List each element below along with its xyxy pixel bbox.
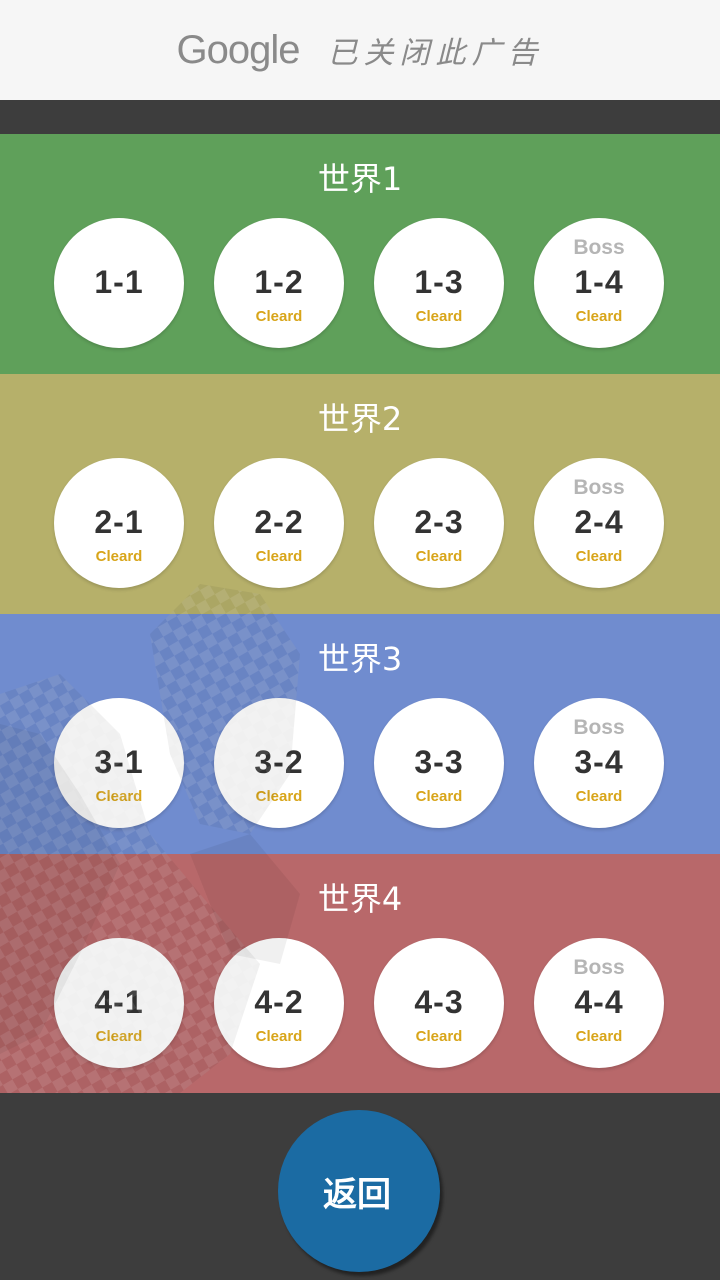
ad-closed-message: 已关闭此广告 (327, 36, 544, 71)
google-logo: Google (176, 27, 301, 72)
ad-banner: Google 已关闭此广告 (0, 0, 720, 100)
world-list: 世界1 1-1 1-2 Cleard 1-3 Cleard Boss 1-4 Cleard 世界2… (0, 134, 720, 1093)
back-button-label: 返回 (323, 1174, 391, 1215)
bottom-bar: 返回 (0, 1093, 720, 1280)
background-figure (0, 584, 300, 1093)
back-button[interactable]: 返回 (278, 1110, 440, 1272)
